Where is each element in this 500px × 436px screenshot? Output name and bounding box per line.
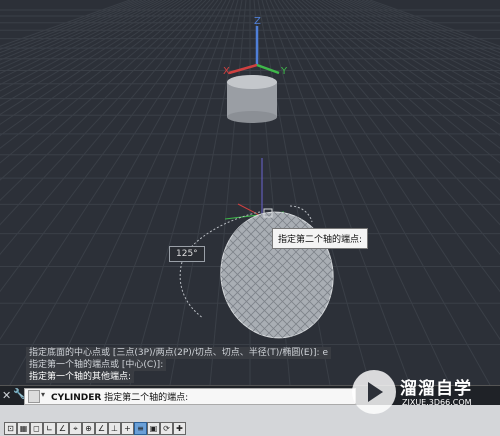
history-line: 指定底面的中心点或 [三点(3P)/两点(2P)/切点、切点、半径(T)/椭圆(…: [26, 347, 331, 359]
x-axis-label: X: [223, 66, 230, 77]
prompt-tooltip: 指定第二个轴的端点:: [272, 228, 369, 249]
x-axis-line: [228, 63, 258, 75]
model-space-icon[interactable]: ⊡: [4, 422, 17, 435]
command-prompt-icon[interactable]: [28, 390, 40, 403]
ucs-gizmo: Z X Y: [223, 16, 288, 77]
angle-input-field[interactable]: 125°: [169, 246, 205, 262]
osnap-icon[interactable]: ⌖: [69, 422, 82, 435]
history-line: 指定第一个轴的其他端点:: [26, 371, 135, 383]
cylinder-preview-icon: [227, 75, 277, 123]
command-name: CYLINDER: [51, 393, 102, 403]
chevron-down-icon[interactable]: ▾: [41, 390, 45, 399]
otrack-icon[interactable]: ∠: [95, 422, 108, 435]
watermark-brand: 溜溜自学: [400, 379, 472, 399]
selection-cycling-icon[interactable]: ⟳: [160, 422, 173, 435]
z-axis-label: Z: [254, 16, 261, 27]
grid-icon[interactable]: ▦: [17, 422, 30, 435]
lineweight-icon[interactable]: ≡: [134, 422, 147, 435]
viewport-canvas[interactable]: Z X Y: [0, 0, 500, 385]
ucs-icon[interactable]: ⊥: [108, 422, 121, 435]
command-input[interactable]: ▾ CYLINDER 指定第二个轴的端点:: [24, 388, 356, 405]
command-history: 指定底面的中心点或 [三点(3P)/两点(2P)/切点、切点、半径(T)/椭圆(…: [26, 347, 331, 383]
drawing-viewport[interactable]: Z X Y 指定第二个轴的端点: 125° 指定底面的中心点或 [三点(3P)/…: [0, 0, 500, 385]
close-icon[interactable]: ✕: [2, 389, 11, 402]
watermark-logo-icon: [352, 370, 396, 414]
cylinder-bottom: [227, 111, 277, 123]
ortho-icon[interactable]: ∟: [43, 422, 56, 435]
3d-osnap-icon[interactable]: ⊕: [82, 422, 95, 435]
annotation-monitor-icon[interactable]: ✚: [173, 422, 186, 435]
dyn-icon[interactable]: +: [121, 422, 134, 435]
cylinder-top: [227, 75, 277, 89]
command-text: CYLINDER 指定第二个轴的端点:: [51, 390, 188, 403]
history-line: 指定第一个轴的端点或 [中心(C)]:: [26, 359, 167, 371]
polar-icon[interactable]: ∠: [56, 422, 69, 435]
snap-icon[interactable]: ◻: [30, 422, 43, 435]
y-axis-label: Y: [280, 66, 288, 77]
transparency-icon[interactable]: ▣: [147, 422, 160, 435]
watermark-url: ZIXUE.3D66.COM: [402, 398, 472, 407]
autocad-window: Z X Y 指定第二个轴的端点: 125° 指定底面的中心点或 [三点(3P)/…: [0, 0, 500, 436]
watermark: 溜溜自学 ZIXUE.3D66.COM: [352, 368, 472, 420]
command-prompt: 指定第二个轴的端点:: [104, 393, 189, 403]
